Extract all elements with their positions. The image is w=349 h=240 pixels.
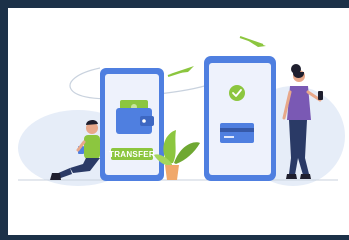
arrow-icon-top: [239, 36, 266, 47]
arrow-icon: [167, 66, 194, 77]
check-icon: [229, 85, 245, 101]
transfer-label: TRANSFER: [109, 150, 155, 159]
illustration-card: TRANSFER: [8, 8, 349, 235]
credit-card-icon: [220, 123, 254, 143]
money-transfer-illustration: TRANSFER: [18, 36, 345, 186]
screenshot-frame: TRANSFER: [0, 0, 349, 240]
transfer-button: TRANSFER: [109, 148, 155, 160]
phone-right: [204, 56, 276, 181]
wallet-icon: [116, 108, 154, 134]
